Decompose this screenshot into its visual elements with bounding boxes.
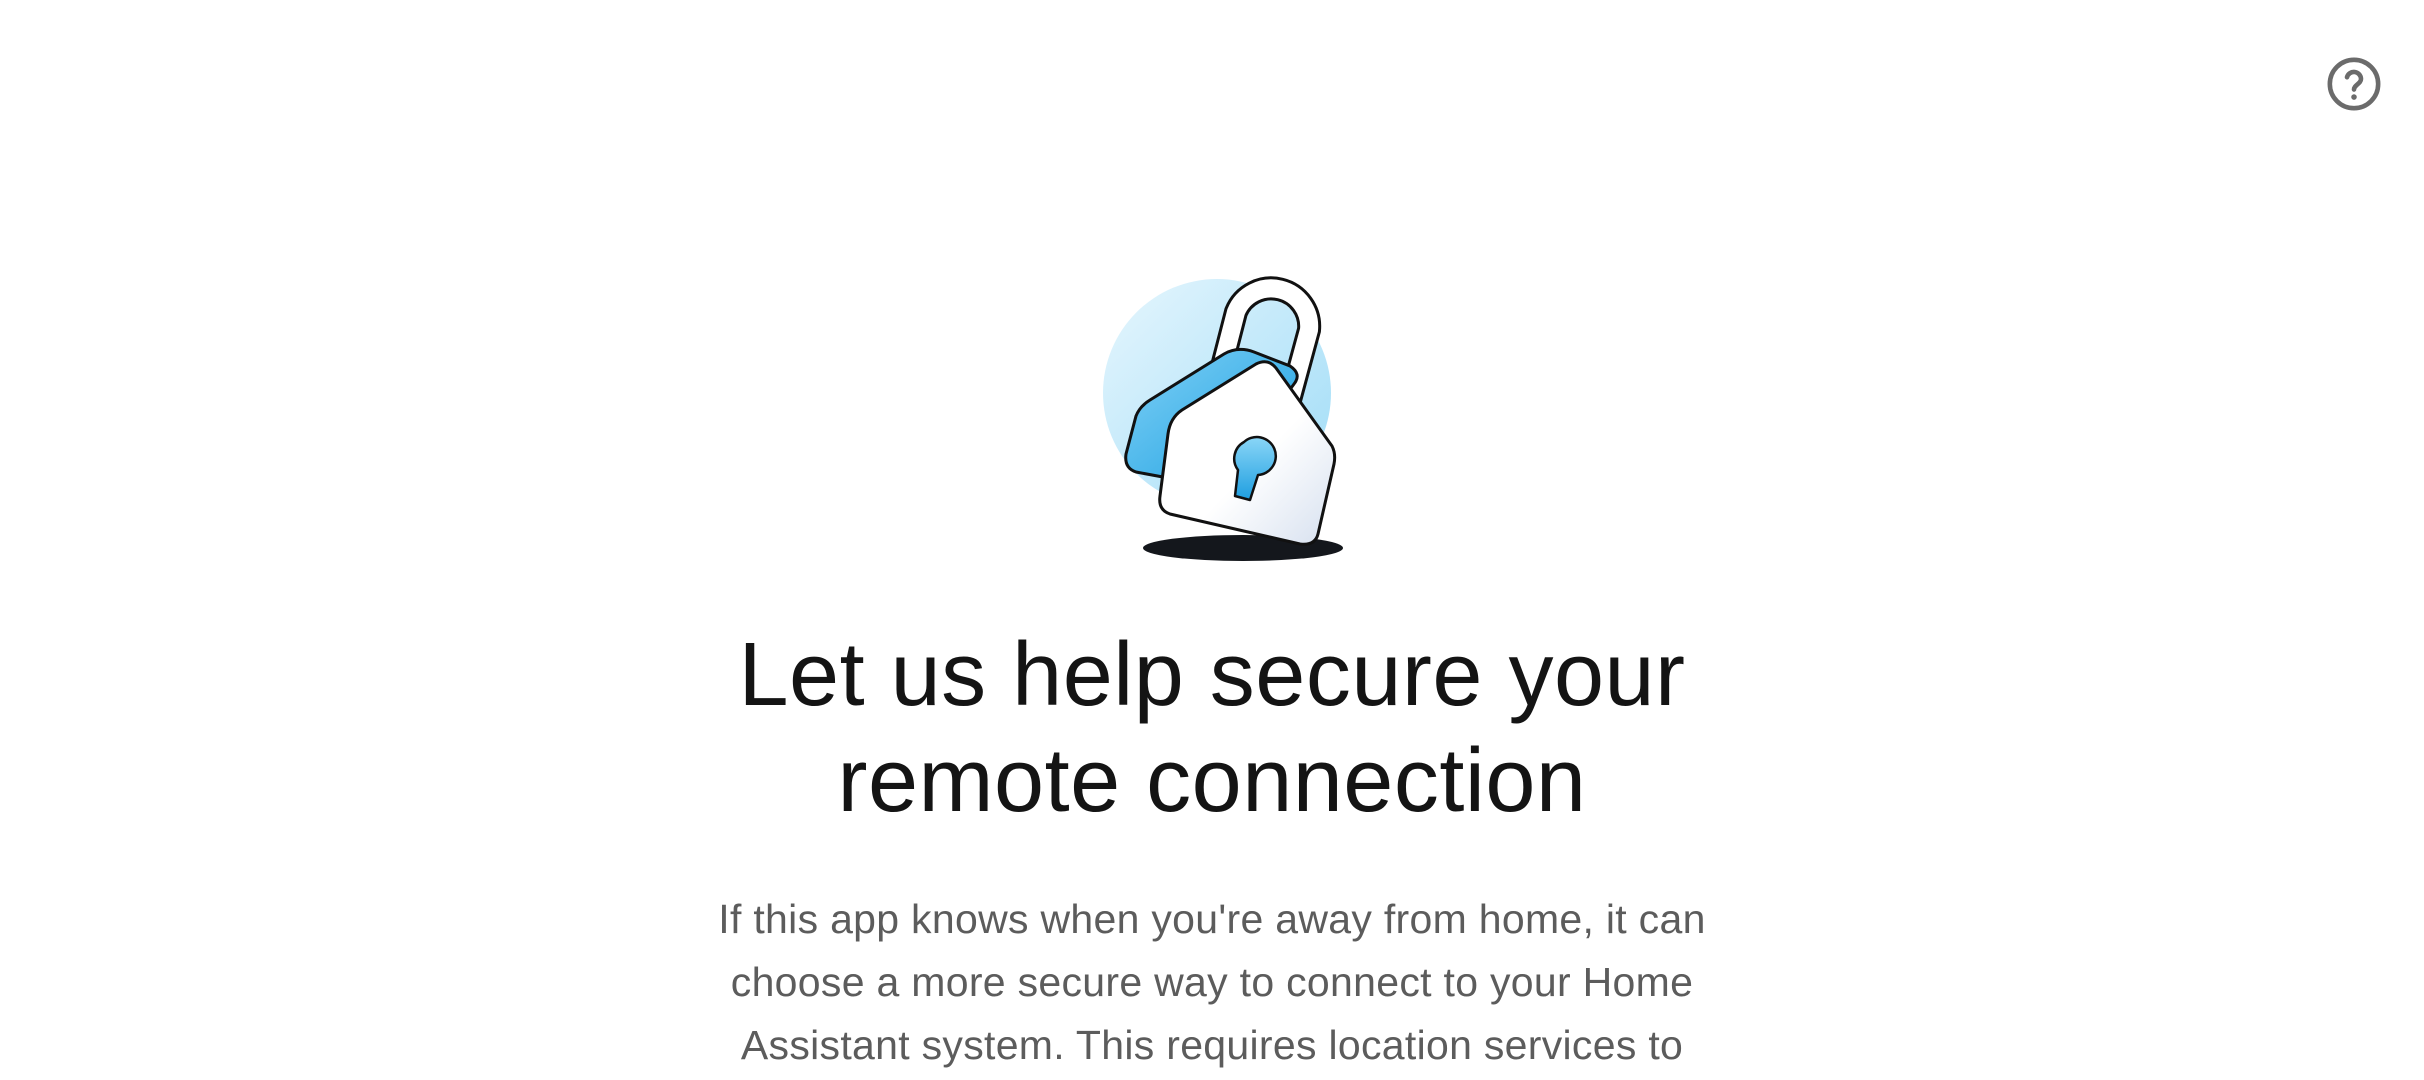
page-description: If this app knows when you're away from … <box>718 896 1706 1068</box>
help-circle-icon <box>2327 57 2381 111</box>
padlock-illustration <box>1090 270 1370 570</box>
help-button[interactable] <box>2324 54 2384 114</box>
location-sharing-onboarding-screen: Let us help secure your remote connectio… <box>0 0 2424 1080</box>
page-title: Let us help secure your remote connectio… <box>738 625 1686 831</box>
padlock-illustration-icon <box>1103 276 1343 561</box>
